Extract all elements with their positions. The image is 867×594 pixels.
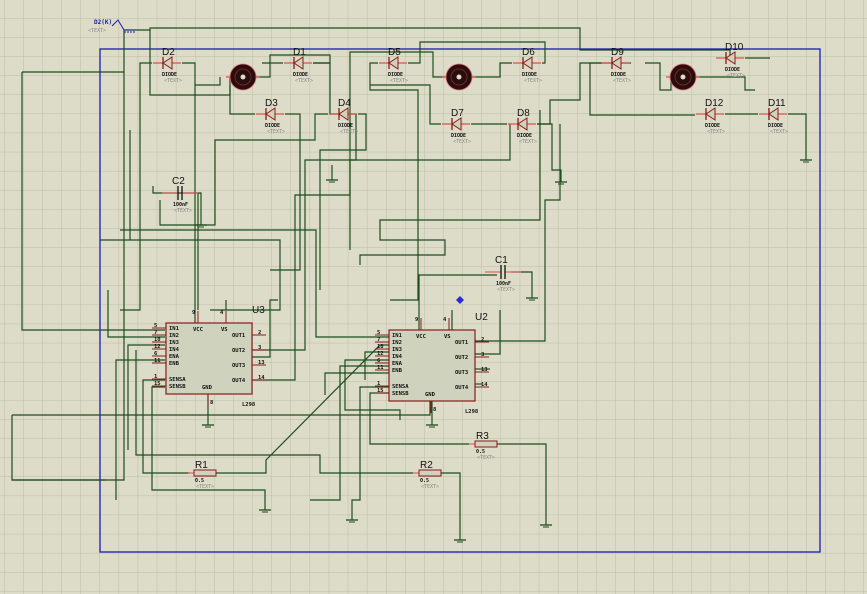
diode-text: <TEXT> [707, 129, 725, 135]
diode-ref: D12 [705, 98, 724, 109]
pin-number: 7 [377, 337, 380, 343]
pin-number: 10 [154, 337, 161, 343]
pin-name: GND [202, 385, 213, 391]
pin-number: 14 [258, 375, 265, 381]
pin-name: IN1 [392, 333, 403, 339]
pin-name: IN3 [169, 340, 179, 346]
diode-text: <TEXT> [164, 78, 182, 84]
pin-number: 10 [377, 344, 384, 350]
ic-part: L298 [242, 402, 255, 408]
capacitor-text: <TEXT> [497, 287, 515, 293]
pin-name: SENSB [169, 384, 186, 390]
pin-name: IN4 [392, 354, 403, 360]
pin-number: 15 [154, 381, 161, 387]
pin-name: ENB [392, 368, 403, 374]
pin-name: OUT1 [455, 340, 469, 346]
pin-name: IN1 [169, 326, 180, 332]
pin-number: 14 [481, 382, 488, 388]
terminal-label: D2(K) [94, 19, 112, 26]
pin-number: 12 [377, 351, 384, 357]
pin-number: 3 [258, 345, 261, 351]
pin-name: GND [425, 392, 436, 398]
pin-name: IN3 [392, 347, 402, 353]
pin-name: ENA [169, 354, 180, 360]
pin-number: 2 [258, 330, 261, 336]
pin-name: OUT3 [455, 370, 468, 376]
diode-ref: D1 [293, 47, 306, 58]
pin-number: 13 [481, 367, 488, 373]
pin-name: IN4 [169, 347, 180, 353]
pin-number: 15 [377, 388, 384, 394]
diode-text: <TEXT> [613, 78, 631, 84]
diode-text: <TEXT> [390, 78, 408, 84]
diode-ref: D5 [388, 47, 401, 58]
pin-number: 12 [154, 344, 161, 350]
diode-ref: D8 [517, 108, 530, 119]
pin-number: 3 [481, 352, 484, 358]
ic-ref: U2 [475, 312, 488, 323]
diode-text: <TEXT> [295, 78, 313, 84]
resistor-text: <TEXT> [421, 484, 439, 490]
diode-text: <TEXT> [340, 129, 358, 135]
pin-number: 2 [481, 337, 484, 343]
pin-name: OUT4 [455, 385, 469, 391]
pin-name: ENB [169, 361, 180, 367]
diode-text: <TEXT> [727, 73, 745, 79]
pin-number: 5 [154, 323, 157, 329]
pin-name: SENSB [392, 391, 409, 397]
diode-ref: D6 [522, 47, 535, 58]
pin-name: IN2 [169, 333, 179, 339]
pin-name: VS [221, 327, 228, 333]
pin-number: 8 [433, 407, 436, 413]
pin-name: VCC [193, 327, 203, 333]
pin-name: VCC [416, 334, 426, 340]
grid [0, 0, 867, 594]
diode-ref: D11 [768, 98, 786, 109]
pin-number: 9 [415, 317, 418, 323]
pin-name: OUT3 [232, 363, 245, 369]
pin-name: IN2 [392, 340, 402, 346]
diode-ref: D3 [265, 98, 278, 109]
capacitor-text: <TEXT> [174, 208, 192, 214]
ic-part: L298 [465, 409, 478, 415]
pin-name: OUT2 [455, 355, 468, 361]
pin-name: OUT2 [232, 348, 245, 354]
diode-ref: D9 [611, 47, 624, 58]
pin-number: 9 [192, 310, 195, 316]
diode-text: <TEXT> [267, 129, 285, 135]
diode-ref: D2 [162, 47, 175, 58]
pin-number: 11 [377, 365, 384, 371]
diode-ref: D7 [451, 108, 464, 119]
resistor-text: <TEXT> [196, 484, 214, 490]
terminal-text: <TEXT> [88, 28, 106, 34]
schematic-canvas[interactable]: D2(K) <TEXT> D2DIODE<TEXT>D1DIODE<TEXT>D… [0, 0, 867, 594]
pin-name: SENSA [392, 384, 409, 390]
resistor-ref: R1 [195, 460, 208, 471]
ic-ref: U3 [252, 305, 265, 316]
pin-number: 11 [154, 358, 161, 364]
resistor-ref: R2 [420, 460, 433, 471]
pin-name: OUT4 [232, 378, 246, 384]
diode-text: <TEXT> [519, 139, 537, 145]
capacitor-ref: C1 [495, 255, 508, 266]
pin-number: 5 [377, 330, 380, 336]
diode-ref: D4 [338, 98, 351, 109]
diode-ref: D10 [725, 42, 744, 53]
pin-name: OUT1 [232, 333, 246, 339]
diode-text: <TEXT> [453, 139, 471, 145]
pin-number: 8 [210, 400, 213, 406]
pin-name: SENSA [169, 377, 186, 383]
resistor-text: <TEXT> [477, 455, 495, 461]
diode-text: <TEXT> [524, 78, 542, 84]
pin-name: VS [444, 334, 451, 340]
resistor-ref: R3 [476, 431, 489, 442]
diode-text: <TEXT> [770, 129, 788, 135]
capacitor-ref: C2 [172, 176, 185, 187]
pin-number: 13 [258, 360, 265, 366]
pin-name: ENA [392, 361, 403, 367]
pin-number: 7 [154, 330, 157, 336]
